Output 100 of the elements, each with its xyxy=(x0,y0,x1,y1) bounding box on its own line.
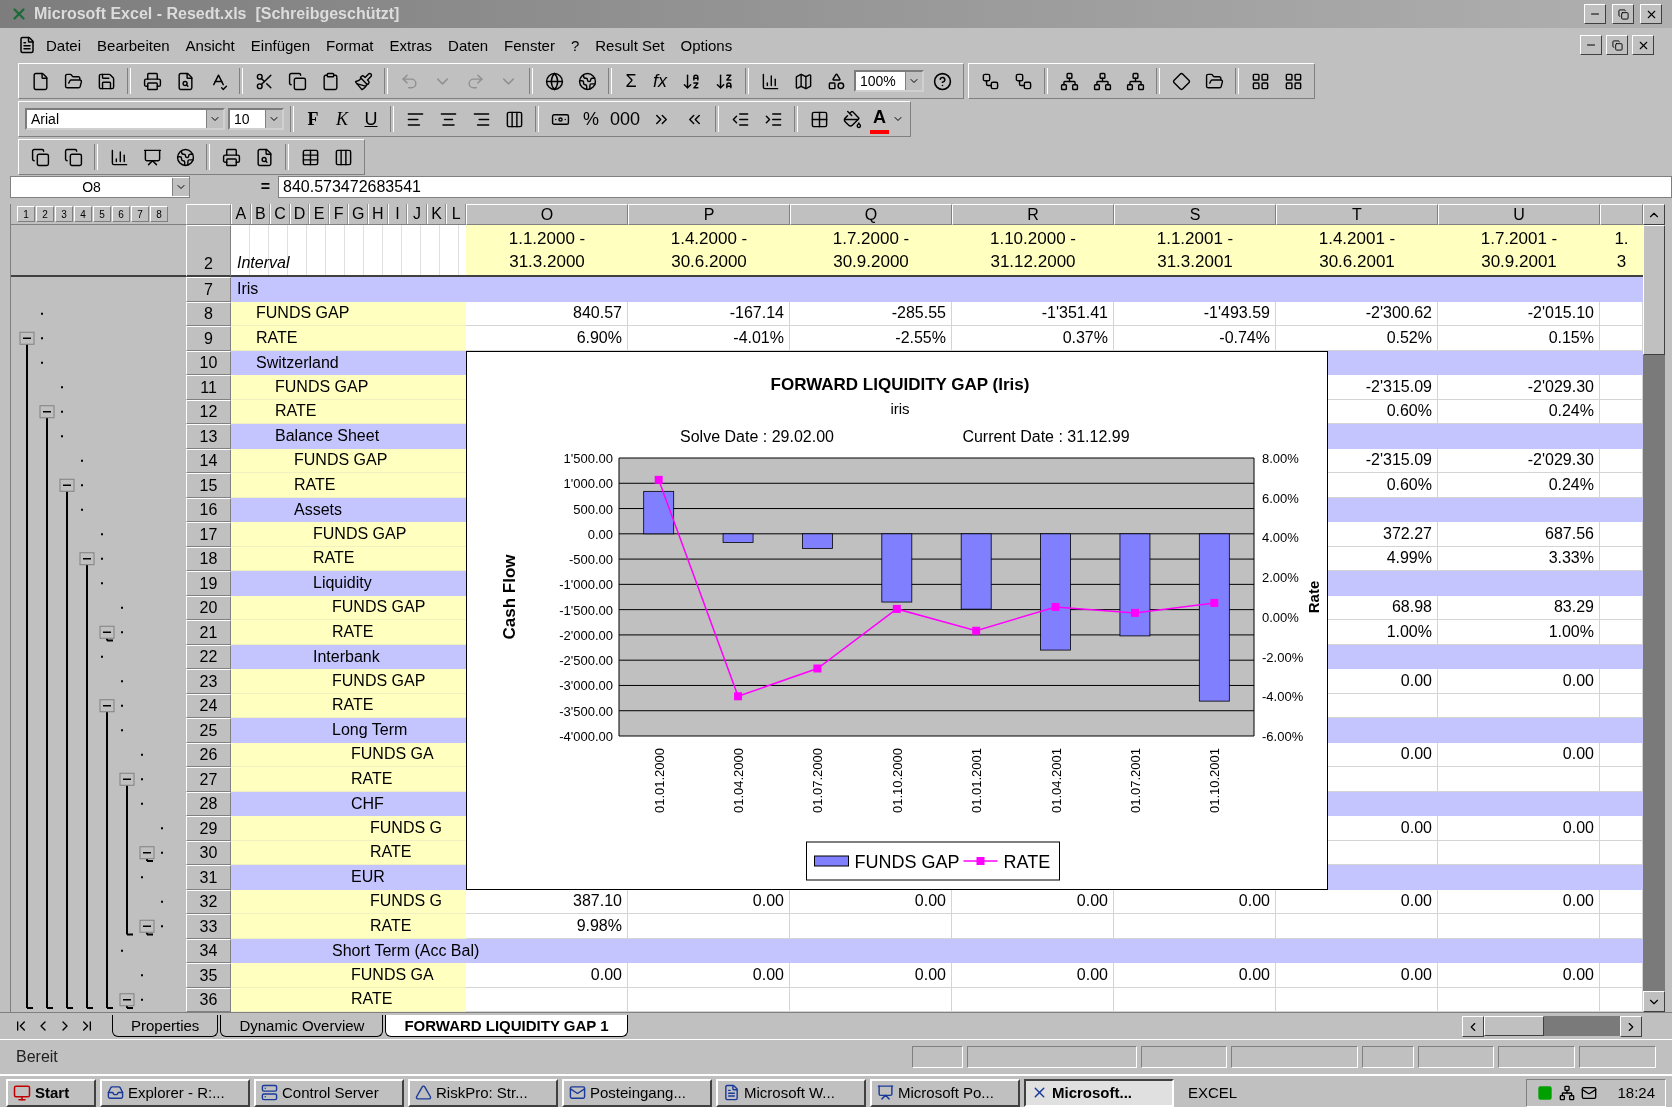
menu-item[interactable]: Datei xyxy=(40,34,88,56)
column-header[interactable]: F xyxy=(328,204,349,224)
row-header[interactable]: 15 xyxy=(186,473,231,498)
row-header[interactable]: 12 xyxy=(186,399,231,424)
row-header[interactable]: 11 xyxy=(186,375,231,400)
column-header[interactable]: K xyxy=(426,204,447,224)
row-header[interactable]: 13 xyxy=(186,424,231,449)
row-header[interactable]: 7 xyxy=(186,277,231,302)
outline-level-button[interactable]: 8 xyxy=(150,206,168,222)
menu-item[interactable]: Options xyxy=(674,34,739,56)
table-cell: -0.74% xyxy=(1114,326,1276,351)
taskbar-button[interactable]: RiskPro: Str... xyxy=(408,1078,558,1107)
font-color-button[interactable]: A xyxy=(870,104,890,134)
outline-level-button[interactable]: 6 xyxy=(112,206,130,222)
menu-item[interactable]: Extras xyxy=(383,34,439,56)
row-header[interactable]: 22 xyxy=(186,644,231,669)
percent-button[interactable]: % xyxy=(578,104,604,134)
row-header[interactable]: 17 xyxy=(186,522,231,547)
outline-level-button[interactable]: 7 xyxy=(131,206,149,222)
row-header[interactable]: 30 xyxy=(186,840,231,865)
taskbar-button[interactable]: Control Server xyxy=(254,1078,404,1107)
row-header[interactable]: 9 xyxy=(186,326,231,351)
outline-level-button[interactable]: 5 xyxy=(93,206,111,222)
font-dropdown[interactable]: Arial xyxy=(25,108,225,130)
column-header[interactable]: Q xyxy=(790,204,952,225)
row-header[interactable]: 36 xyxy=(186,987,231,1012)
outline-level-button[interactable]: 1 xyxy=(17,206,35,222)
column-header[interactable]: A xyxy=(231,204,251,224)
point xyxy=(1130,608,1139,617)
row-header[interactable]: 8 xyxy=(186,301,231,326)
column-header[interactable]: H xyxy=(368,204,388,224)
column-header[interactable]: G xyxy=(348,204,369,224)
column-header[interactable]: C xyxy=(270,204,290,224)
menu-item[interactable]: ? xyxy=(564,34,586,56)
row-header[interactable]: 32 xyxy=(186,889,231,914)
outline-level-button[interactable]: 3 xyxy=(55,206,73,222)
row-header[interactable]: 28 xyxy=(186,791,231,816)
start-button[interactable]: Start xyxy=(6,1078,96,1107)
taskbar-button[interactable]: Microsoft... xyxy=(1024,1078,1174,1107)
column-header[interactable]: J xyxy=(407,204,427,224)
zoom-dropdown[interactable]: 100% xyxy=(854,70,924,92)
period-header-cell: 1.4.2001 - 30.6.2001 xyxy=(1276,225,1438,277)
axis-label: 01.10.2001 xyxy=(1207,747,1223,813)
row-header[interactable]: 18 xyxy=(186,546,231,571)
table-cell: 1.00% xyxy=(1438,620,1600,645)
column-header[interactable]: L xyxy=(446,204,466,224)
row-header[interactable]: 29 xyxy=(186,816,231,841)
name-box[interactable]: O8 xyxy=(10,176,190,198)
row-header[interactable]: 35 xyxy=(186,963,231,988)
sheet-tab[interactable]: Dynamic Overview xyxy=(220,1015,384,1037)
row-header[interactable]: 26 xyxy=(186,742,231,767)
column-header[interactable]: T xyxy=(1276,204,1438,225)
function-button[interactable]: fx xyxy=(647,66,673,96)
column-header[interactable]: O xyxy=(466,204,628,225)
row-header[interactable]: 25 xyxy=(186,718,231,743)
autosum-button[interactable]: Σ xyxy=(618,66,644,96)
font-size-dropdown[interactable]: 10 xyxy=(228,108,284,130)
thousands-button[interactable]: 000 xyxy=(607,104,644,134)
menu-item[interactable]: Fenster xyxy=(498,34,561,56)
row-header[interactable]: 24 xyxy=(186,693,231,718)
row-header[interactable]: 16 xyxy=(186,497,231,522)
column-header[interactable]: I xyxy=(387,204,408,224)
row-header[interactable]: 33 xyxy=(186,914,231,939)
table-cell: RATE xyxy=(231,546,466,571)
underline-button[interactable]: U xyxy=(358,104,384,134)
taskbar-button[interactable]: Microsoft Po... xyxy=(870,1078,1020,1107)
row-header[interactable]: 19 xyxy=(186,571,231,596)
column-header[interactable]: P xyxy=(628,204,790,225)
taskbar-button[interactable]: Explorer - R:... xyxy=(100,1078,250,1107)
bold-button[interactable]: F xyxy=(300,104,326,134)
row-header[interactable]: 31 xyxy=(186,865,231,890)
formula-field[interactable]: 840.573472683541 xyxy=(278,176,1672,198)
taskbar-button[interactable]: Posteingang... xyxy=(562,1078,712,1107)
row-header[interactable]: 20 xyxy=(186,595,231,620)
menu-item[interactable]: Bearbeiten xyxy=(91,34,176,56)
menu-item[interactable]: Einfügen xyxy=(244,34,316,56)
sheet-tab[interactable]: Properties xyxy=(112,1015,219,1037)
italic-button[interactable]: K xyxy=(329,104,355,134)
row-header[interactable]: 10 xyxy=(186,350,231,375)
column-header[interactable]: S xyxy=(1114,204,1276,225)
row-header[interactable]: 34 xyxy=(186,938,231,963)
menu-item[interactable]: Result Set xyxy=(589,34,671,56)
column-header[interactable]: E xyxy=(309,204,329,224)
outline-level-button[interactable]: 4 xyxy=(74,206,92,222)
column-header[interactable]: U xyxy=(1438,204,1600,225)
column-header[interactable]: D xyxy=(289,204,310,224)
outline-level-button[interactable]: 2 xyxy=(36,206,54,222)
menu-item[interactable]: Daten xyxy=(442,34,495,56)
menu-item[interactable]: Format xyxy=(320,34,380,56)
column-header[interactable]: R xyxy=(952,204,1114,225)
taskbar-button[interactable]: Microsoft W... xyxy=(716,1078,866,1107)
row-header[interactable]: 2 xyxy=(186,225,231,277)
row-header[interactable]: 14 xyxy=(186,448,231,473)
column-header[interactable]: B xyxy=(250,204,271,224)
row-header[interactable]: 27 xyxy=(186,767,231,792)
row-header[interactable]: 21 xyxy=(186,620,231,645)
sheet-tab[interactable]: FORWARD LIQUIDITY GAP 1 xyxy=(385,1015,628,1037)
row-header[interactable]: 23 xyxy=(186,669,231,694)
menu-item[interactable]: Ansicht xyxy=(179,34,241,56)
table-cell: FUNDS GAP xyxy=(231,522,466,547)
